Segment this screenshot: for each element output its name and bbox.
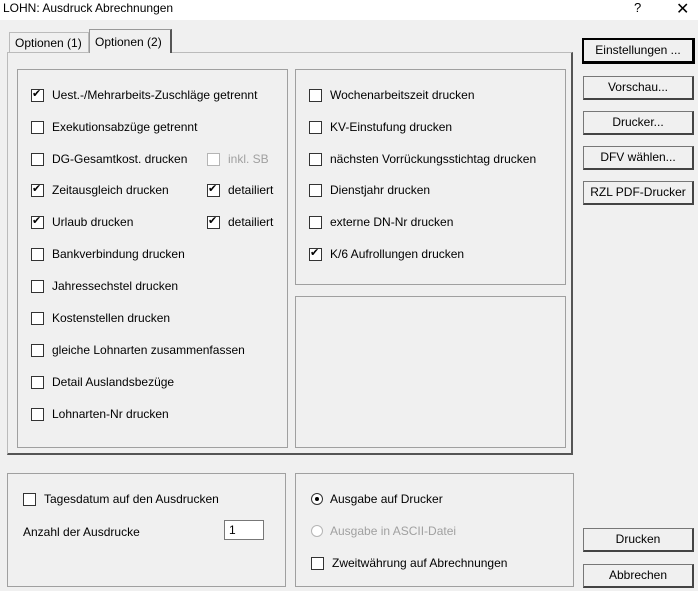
- checkbox-label: KV-Einstufung drucken: [330, 120, 453, 134]
- radio-ausgabe-ascii[interactable]: Ausgabe in ASCII-Datei: [311, 523, 456, 539]
- checkbox-zeitausgleich[interactable]: Zeitausgleich drucken: [31, 182, 169, 198]
- checkbox-label: Zeitausgleich drucken: [52, 183, 169, 197]
- checkbox-box[interactable]: [31, 247, 44, 261]
- checkbox-label: detailiert: [228, 215, 274, 229]
- checkbox-externe-dn-nr[interactable]: externe DN-Nr drucken: [309, 214, 453, 230]
- checkbox-box[interactable]: [23, 492, 36, 506]
- radio-label: Ausgabe auf Drucker: [330, 492, 443, 506]
- checkbox-urlaub-detailiert[interactable]: detailiert: [207, 214, 273, 230]
- checkbox-box[interactable]: [31, 215, 44, 229]
- checkbox-zweitwaehrung[interactable]: Zweitwährung auf Abrechnungen: [311, 555, 507, 571]
- radio-label: Ausgabe in ASCII-Datei: [330, 524, 457, 538]
- checkbox-wochenarbeitszeit[interactable]: Wochenarbeitszeit drucken: [309, 87, 475, 103]
- checkbox-box[interactable]: [311, 556, 324, 570]
- drucken-button[interactable]: Drucken: [583, 528, 694, 552]
- checkbox-kostenstellen[interactable]: Kostenstellen drucken: [31, 310, 170, 326]
- checkbox-label: Dienstjahr drucken: [330, 183, 431, 197]
- checkbox-box[interactable]: [31, 183, 44, 197]
- title-bar: LOHN: Ausdruck Abrechnungen ? ✕: [0, 0, 698, 20]
- checkbox-label: Urlaub drucken: [52, 215, 134, 229]
- tab-label: Optionen (1): [15, 36, 82, 50]
- checkbox-box[interactable]: [309, 247, 322, 261]
- checkbox-box[interactable]: [31, 343, 44, 357]
- checkbox-box[interactable]: [309, 183, 322, 197]
- checkbox-kv-einstufung[interactable]: KV-Einstufung drucken: [309, 119, 452, 135]
- checkbox-box[interactable]: [31, 120, 44, 134]
- checkbox-box[interactable]: [31, 407, 44, 421]
- radio-circle[interactable]: [311, 525, 323, 537]
- drucker-button[interactable]: Drucker...: [583, 111, 694, 135]
- checkbox-gleiche-lohnarten[interactable]: gleiche Lohnarten zusammenfassen: [31, 342, 245, 358]
- checkbox-box[interactable]: [207, 152, 220, 166]
- checkbox-label: nächsten Vorrückungsstichtag drucken: [330, 152, 537, 166]
- checkbox-box[interactable]: [31, 375, 44, 389]
- checkbox-label: inkl. SB: [228, 152, 269, 166]
- anzahl-input[interactable]: 1: [224, 520, 264, 540]
- checkbox-dienstjahr[interactable]: Dienstjahr drucken: [309, 182, 430, 198]
- checkbox-label: Wochenarbeitszeit drucken: [330, 88, 475, 102]
- checkbox-k6-aufrollungen[interactable]: K/6 Aufrollungen drucken: [309, 246, 464, 262]
- rzl-pdf-drucker-button[interactable]: RZL PDF-Drucker: [583, 181, 694, 205]
- checkbox-label: DG-Gesamtkost. drucken: [52, 152, 188, 166]
- vorschau-button[interactable]: Vorschau...: [583, 76, 694, 100]
- einstellungen-button[interactable]: Einstellungen ...: [582, 38, 695, 64]
- checkbox-label: Tagesdatum auf den Ausdrucken: [44, 492, 219, 506]
- checkbox-box[interactable]: [31, 279, 44, 293]
- window-title: LOHN: Ausdruck Abrechnungen: [3, 1, 174, 15]
- checkbox-box[interactable]: [31, 152, 44, 166]
- empty-group: [295, 296, 566, 448]
- checkbox-bankverbindung[interactable]: Bankverbindung drucken: [31, 246, 185, 262]
- checkbox-inkl-sb[interactable]: inkl. SB: [207, 151, 269, 167]
- tab-optionen-2[interactable]: Optionen (2): [89, 29, 172, 53]
- checkbox-jahressechstel[interactable]: Jahressechstel drucken: [31, 278, 178, 294]
- checkbox-label: externe DN-Nr drucken: [330, 215, 454, 229]
- checkbox-zeitausgleich-detailiert[interactable]: detailiert: [207, 182, 273, 198]
- checkbox-label: gleiche Lohnarten zusammenfassen: [52, 343, 245, 357]
- checkbox-box[interactable]: [207, 183, 220, 197]
- checkbox-lohnarten-nr[interactable]: Lohnarten-Nr drucken: [31, 406, 169, 422]
- checkbox-uest-mehrarbeit[interactable]: Uest.-/Mehrarbeits-Zuschläge getrennt: [31, 87, 257, 103]
- radio-circle[interactable]: [311, 493, 323, 505]
- checkbox-box[interactable]: [31, 88, 44, 102]
- checkbox-dg-gesamtkost[interactable]: DG-Gesamtkost. drucken: [31, 151, 187, 167]
- checkbox-label: Kostenstellen drucken: [52, 311, 171, 325]
- checkbox-urlaub[interactable]: Urlaub drucken: [31, 214, 133, 230]
- checkbox-box[interactable]: [309, 88, 322, 102]
- close-button[interactable]: ✕: [676, 0, 689, 19]
- checkbox-box[interactable]: [207, 215, 220, 229]
- checkbox-label: K/6 Aufrollungen drucken: [330, 247, 465, 261]
- abbrechen-button[interactable]: Abbrechen: [583, 564, 694, 588]
- anzahl-label: Anzahl der Ausdrucke: [23, 525, 140, 539]
- tab-optionen-1[interactable]: Optionen (1): [9, 32, 89, 52]
- checkbox-box[interactable]: [31, 311, 44, 325]
- checkbox-label: Jahressechstel drucken: [52, 279, 179, 293]
- checkbox-detail-auslandsbezuege[interactable]: Detail Auslandsbezüge: [31, 374, 174, 390]
- checkbox-label: Detail Auslandsbezüge: [52, 375, 175, 389]
- checkbox-box[interactable]: [309, 215, 322, 229]
- checkbox-box[interactable]: [309, 120, 322, 134]
- dfv-waehlen-button[interactable]: DFV wählen...: [583, 146, 694, 170]
- help-button[interactable]: ?: [634, 0, 641, 15]
- checkbox-label: Uest.-/Mehrarbeits-Zuschläge getrennt: [52, 88, 258, 102]
- tab-label: Optionen (2): [95, 35, 162, 49]
- checkbox-box[interactable]: [309, 152, 322, 166]
- radio-ausgabe-drucker[interactable]: Ausgabe auf Drucker: [311, 491, 443, 507]
- checkbox-label: Zweitwährung auf Abrechnungen: [332, 556, 508, 570]
- checkbox-label: detailiert: [228, 183, 274, 197]
- checkbox-label: Bankverbindung drucken: [52, 247, 185, 261]
- checkbox-tagesdatum[interactable]: Tagesdatum auf den Ausdrucken: [23, 491, 219, 507]
- checkbox-exekutionsabzuege[interactable]: Exekutionsabzüge getrennt: [31, 119, 197, 135]
- checkbox-vorrueckungsstichtag[interactable]: nächsten Vorrückungsstichtag drucken: [309, 151, 536, 167]
- checkbox-label: Lohnarten-Nr drucken: [52, 407, 169, 421]
- checkbox-label: Exekutionsabzüge getrennt: [52, 120, 198, 134]
